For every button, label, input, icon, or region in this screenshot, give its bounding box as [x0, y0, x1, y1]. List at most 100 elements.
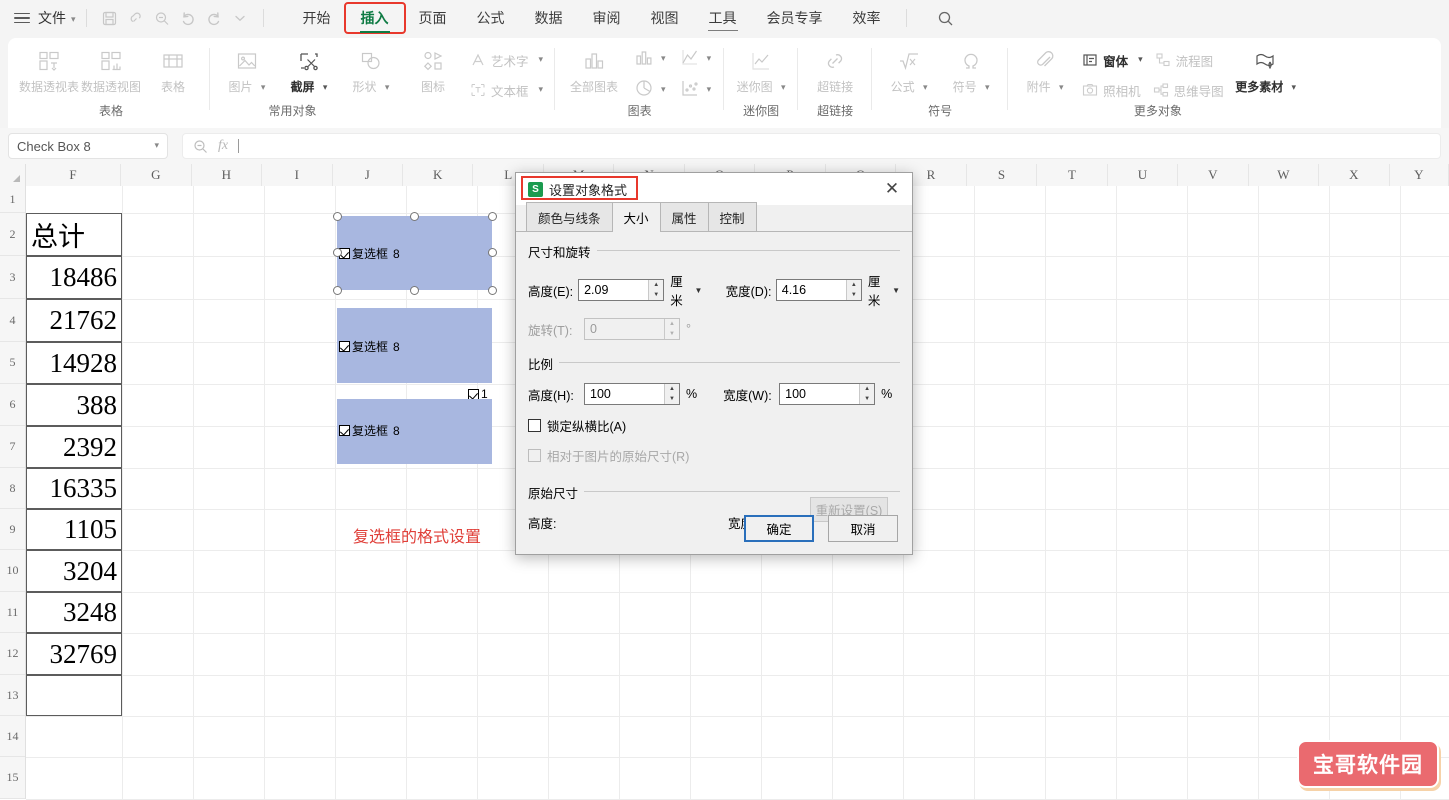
row-header-6[interactable]: 6: [0, 384, 25, 426]
search-icon[interactable]: [933, 6, 959, 30]
spinner-up-icon[interactable]: ▲: [860, 384, 874, 394]
redo-icon[interactable]: [201, 7, 227, 29]
column-header-G[interactable]: G: [121, 164, 192, 186]
ribbon-button-textbox[interactable]: 文本框 ▾: [464, 76, 549, 104]
undo-icon[interactable]: [175, 7, 201, 29]
ribbon-button-pie-chart[interactable]: ▾: [627, 75, 673, 105]
row-header-15[interactable]: 15: [0, 757, 25, 799]
spinner-down-icon[interactable]: ▼: [860, 394, 874, 404]
ribbon-button-bar-chart[interactable]: ▾: [627, 44, 673, 74]
tab-start[interactable]: 开始: [288, 4, 346, 32]
cell-F12[interactable]: 32769: [26, 633, 122, 675]
column-header-Y[interactable]: Y: [1389, 164, 1449, 186]
ribbon-button-picture[interactable]: 图片 ▾: [216, 44, 278, 95]
ribbon-button-icons[interactable]: 图标: [402, 44, 464, 95]
select-all-corner[interactable]: [0, 164, 26, 186]
insert-function-icon[interactable]: [193, 139, 208, 154]
column-header-V[interactable]: V: [1178, 164, 1249, 186]
scale-height-input[interactable]: [585, 384, 664, 404]
tab-view[interactable]: 视图: [636, 4, 694, 32]
cell-F5[interactable]: 14928: [26, 342, 122, 384]
spinner-up-icon[interactable]: ▲: [847, 280, 861, 290]
cancel-button[interactable]: 取消: [828, 514, 898, 542]
lock-aspect-ratio-row[interactable]: 锁定纵横比(A): [528, 416, 900, 435]
spinner-down-icon[interactable]: ▼: [649, 290, 663, 300]
row-header-11[interactable]: 11: [0, 592, 25, 633]
resize-handle-e[interactable]: [488, 248, 497, 257]
scale-width-spinner-arrows[interactable]: ▲ ▼: [859, 384, 875, 404]
checkbox-shape-3-label[interactable]: 复选框 8: [339, 422, 400, 439]
column-header-W[interactable]: W: [1248, 164, 1320, 186]
row-header-10[interactable]: 10: [0, 550, 25, 592]
checkbox-checked-icon[interactable]: [339, 425, 350, 436]
spinner-down-icon[interactable]: ▼: [847, 290, 861, 300]
row-header-3[interactable]: 3: [0, 256, 25, 299]
ribbon-button-all-charts[interactable]: 全部图表: [561, 44, 627, 95]
row-header-8[interactable]: 8: [0, 468, 25, 509]
checkbox-checked-icon[interactable]: [468, 388, 479, 400]
dialog-tab-control[interactable]: 控制: [707, 202, 757, 231]
tab-insert[interactable]: 插入: [343, 2, 406, 34]
cell-F10[interactable]: 3204: [26, 550, 122, 592]
hamburger-menu-icon[interactable]: [14, 12, 30, 24]
save-icon[interactable]: [97, 7, 123, 29]
ribbon-button-line-chart[interactable]: ▾: [673, 44, 719, 74]
width-spinner[interactable]: ▲▼: [775, 279, 862, 301]
spinner-down-icon[interactable]: ▼: [665, 394, 679, 404]
cell-F7[interactable]: 2392: [26, 426, 122, 468]
ribbon-button-flowchart[interactable]: 流程图: [1149, 46, 1220, 74]
tab-data[interactable]: 数据: [520, 4, 578, 32]
column-header-H[interactable]: H: [191, 164, 263, 186]
resize-handle-ne[interactable]: [488, 212, 497, 221]
link-icon[interactable]: [123, 7, 149, 29]
ribbon-button-shapes[interactable]: 形状 ▾: [340, 44, 402, 95]
resize-handle-w[interactable]: [333, 248, 342, 257]
tab-page[interactable]: 页面: [404, 4, 462, 32]
cell-F6[interactable]: 388: [26, 384, 122, 426]
column-header-J[interactable]: J: [332, 164, 403, 186]
cell-F4[interactable]: 21762: [26, 299, 122, 342]
column-header-S[interactable]: S: [966, 164, 1038, 186]
ribbon-button-attachment[interactable]: 附件 ▾: [1014, 44, 1076, 95]
column-header-I[interactable]: I: [262, 164, 333, 186]
tab-review[interactable]: 审阅: [578, 4, 636, 32]
ribbon-button-wordart[interactable]: 艺术字 ▾: [464, 46, 549, 74]
ribbon-button-symbol[interactable]: 符号 ▾: [940, 44, 1002, 95]
dialog-tab-size[interactable]: 大小: [611, 202, 661, 232]
resize-handle-se[interactable]: [488, 286, 497, 295]
ribbon-button-formula[interactable]: 公式 ▾: [878, 44, 940, 95]
ribbon-button-form[interactable]: 窗体 ▾: [1076, 46, 1149, 74]
dialog-tab-colors-lines[interactable]: 颜色与线条: [526, 202, 613, 231]
column-header-U[interactable]: U: [1107, 164, 1179, 186]
formula-input-area[interactable]: fx: [182, 133, 1441, 159]
ok-button[interactable]: 确定: [744, 514, 814, 542]
scale-height-spinner[interactable]: ▲▼: [584, 383, 680, 405]
column-header-X[interactable]: X: [1319, 164, 1390, 186]
ribbon-button-hyperlink[interactable]: 超链接: [804, 44, 866, 95]
width-spinner-arrows[interactable]: ▲ ▼: [845, 280, 861, 300]
column-header-T[interactable]: T: [1037, 164, 1108, 186]
tab-efficiency[interactable]: 效率: [838, 4, 896, 32]
row-header-13[interactable]: 13: [0, 675, 25, 716]
spinner-up-icon[interactable]: ▲: [665, 384, 679, 394]
checkbox-shape-1-label[interactable]: 复选框 8: [339, 245, 400, 262]
resize-handle-n[interactable]: [410, 212, 419, 221]
resize-handle-nw[interactable]: [333, 212, 342, 221]
ribbon-button-camera[interactable]: 照相机: [1076, 76, 1147, 104]
cell-F2[interactable]: 总计: [26, 213, 122, 256]
ribbon-button-scatter-chart[interactable]: ▾: [673, 75, 719, 105]
name-box[interactable]: Check Box 8 ▾: [8, 133, 168, 159]
cell-F3[interactable]: 18486: [26, 256, 122, 299]
dialog-tab-properties[interactable]: 属性: [659, 202, 709, 231]
ribbon-button-pivot-chart[interactable]: 数据透视图: [80, 44, 142, 95]
width-unit-dropdown[interactable]: 厘米 ▼: [868, 271, 900, 309]
row-header-1[interactable]: 1: [0, 186, 25, 213]
column-header-F[interactable]: F: [25, 164, 122, 186]
row-header-7[interactable]: 7: [0, 426, 25, 468]
ribbon-button-sparkline[interactable]: 迷你图 ▾: [730, 44, 792, 95]
ribbon-button-table[interactable]: 表格: [142, 44, 204, 95]
close-icon[interactable]: ✕: [880, 177, 904, 201]
height-unit-dropdown[interactable]: 厘米 ▼: [670, 271, 702, 309]
tab-member[interactable]: 会员专享: [752, 4, 838, 32]
cell-F9[interactable]: 1105: [26, 509, 122, 550]
